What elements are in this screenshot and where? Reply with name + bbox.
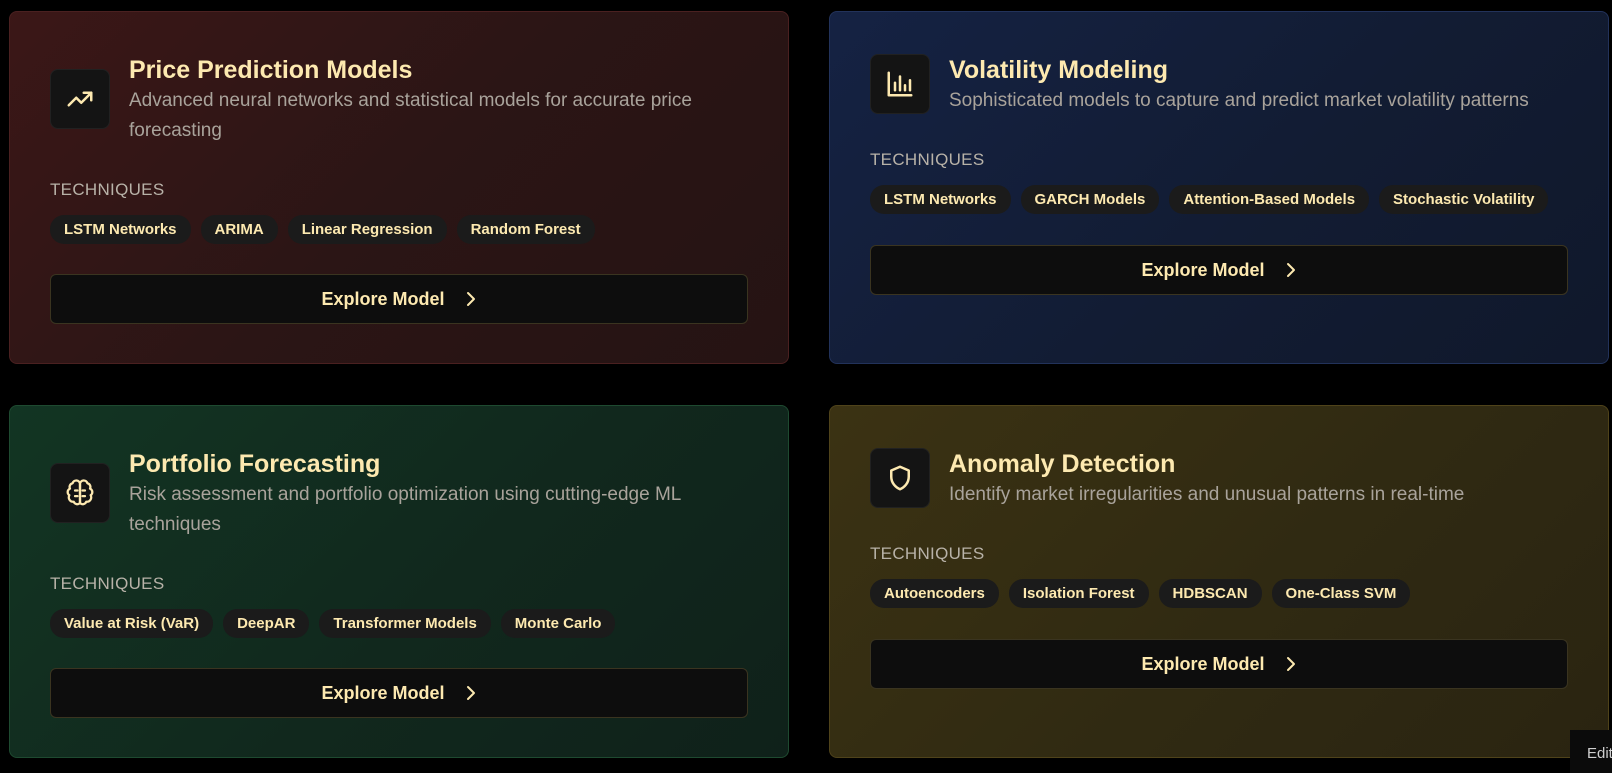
- trending-up-icon: [50, 69, 110, 129]
- techniques-list: Autoencoders Isolation Forest HDBSCAN On…: [870, 579, 1568, 608]
- explore-model-button[interactable]: Explore Model: [50, 668, 748, 718]
- technique-chip: GARCH Models: [1020, 185, 1160, 214]
- technique-chip: ARIMA: [200, 215, 278, 244]
- technique-chip: Transformer Models: [319, 609, 491, 638]
- explore-model-label: Explore Model: [1141, 259, 1265, 280]
- brain-icon: [50, 463, 110, 523]
- card-portfolio-forecasting: Portfolio Forecasting Risk assessment an…: [9, 405, 789, 758]
- bar-chart-icon: [870, 54, 930, 114]
- techniques-list: LSTM Networks ARIMA Linear Regression Ra…: [50, 215, 748, 244]
- technique-chip: Linear Regression: [287, 215, 447, 244]
- techniques-label: TECHNIQUES: [870, 544, 985, 563]
- technique-chip: Isolation Forest: [1008, 579, 1149, 608]
- technique-chip: Random Forest: [456, 215, 595, 244]
- technique-chip: Monte Carlo: [500, 609, 616, 638]
- edit-tab[interactable]: Edit: [1570, 730, 1612, 773]
- explore-model-label: Explore Model: [1141, 653, 1265, 674]
- technique-chip: Value at Risk (VaR): [50, 609, 214, 638]
- card-description: Advanced neural networks and statistical…: [129, 90, 692, 141]
- card-header: Price Prediction Models Advanced neural …: [50, 54, 748, 146]
- explore-model-button[interactable]: Explore Model: [870, 245, 1568, 295]
- chevron-right-icon: [1286, 657, 1295, 671]
- card-header: Portfolio Forecasting Risk assessment an…: [50, 448, 748, 540]
- card-header: Volatility Modeling Sophisticated models…: [870, 54, 1568, 116]
- card-volatility-modeling: Volatility Modeling Sophisticated models…: [829, 11, 1609, 364]
- techniques-label: TECHNIQUES: [50, 574, 165, 593]
- technique-chip: LSTM Networks: [870, 185, 1011, 214]
- technique-chip: One-Class SVM: [1271, 579, 1411, 608]
- techniques-list: LSTM Networks GARCH Models Attention-Bas…: [870, 185, 1568, 214]
- technique-chip: Attention-Based Models: [1169, 185, 1370, 214]
- explore-model-button[interactable]: Explore Model: [50, 274, 748, 324]
- chevron-right-icon: [1286, 263, 1295, 277]
- shield-icon: [870, 448, 930, 508]
- technique-chip: HDBSCAN: [1158, 579, 1262, 608]
- chevron-right-icon: [466, 686, 475, 700]
- card-title: Anomaly Detection: [949, 450, 1176, 478]
- card-title: Portfolio Forecasting: [129, 450, 381, 478]
- card-title: Price Prediction Models: [129, 56, 413, 84]
- card-title: Volatility Modeling: [949, 56, 1168, 84]
- technique-chip: LSTM Networks: [50, 215, 191, 244]
- techniques-list: Value at Risk (VaR) DeepAR Transformer M…: [50, 609, 748, 638]
- technique-chip: Stochastic Volatility: [1379, 185, 1549, 214]
- techniques-label: TECHNIQUES: [870, 150, 985, 169]
- techniques-label: TECHNIQUES: [50, 180, 165, 199]
- chevron-right-icon: [466, 292, 475, 306]
- technique-chip: Autoencoders: [870, 579, 999, 608]
- explore-model-label: Explore Model: [321, 288, 445, 309]
- technique-chip: DeepAR: [223, 609, 310, 638]
- explore-model-button[interactable]: Explore Model: [870, 639, 1568, 689]
- card-header: Anomaly Detection Identify market irregu…: [870, 448, 1568, 510]
- card-anomaly-detection: Anomaly Detection Identify market irregu…: [829, 405, 1609, 758]
- explore-model-label: Explore Model: [321, 682, 445, 703]
- card-price-prediction: Price Prediction Models Advanced neural …: [9, 11, 789, 364]
- card-description: Sophisticated models to capture and pred…: [949, 90, 1529, 111]
- card-description: Identify market irregularities and unusu…: [949, 484, 1465, 505]
- card-description: Risk assessment and portfolio optimizati…: [129, 484, 681, 535]
